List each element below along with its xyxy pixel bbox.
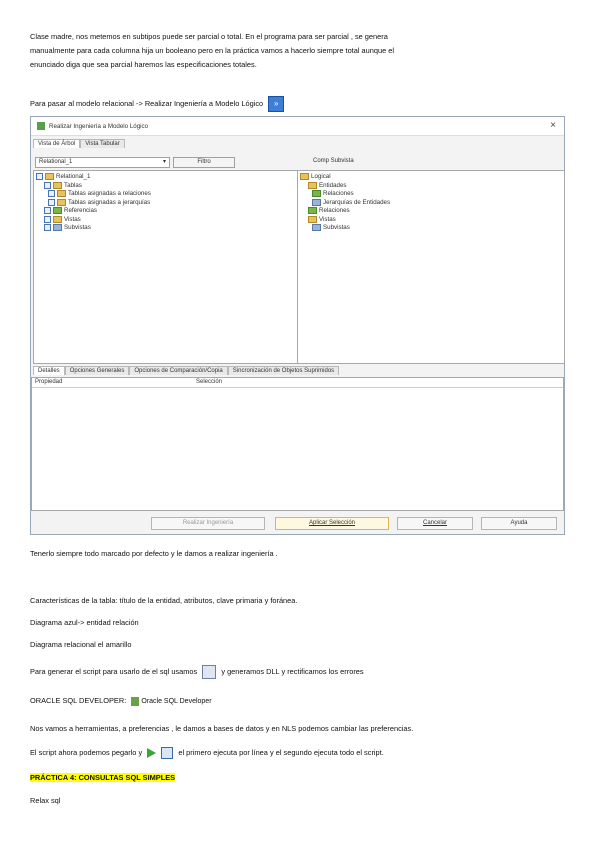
tab-general-options[interactable]: Opciones Generales — [64, 366, 130, 375]
filter-button[interactable]: Filtro — [173, 157, 235, 168]
chevron-down-icon: ▾ — [162, 159, 166, 165]
tree-item[interactable]: Relaciones — [300, 190, 562, 199]
run-script-icon — [161, 747, 174, 760]
practice-heading-text: PRÁCTICA 4: CONSULTAS SQL SIMPLES — [30, 773, 176, 782]
tab-compare-options[interactable]: Opciones de Comparación/Copia — [129, 366, 228, 375]
script-text-b: y generamos DLL y rectificamos los error… — [221, 667, 364, 676]
left-model-select-value: Relational_1 — [39, 159, 73, 165]
column-property: Propiedad — [35, 379, 63, 385]
tree-item[interactable]: Logical — [300, 173, 562, 182]
relax-line: Relax sql — [30, 796, 61, 805]
tree-item[interactable]: Tablas asignadas a relaciones — [36, 190, 296, 199]
compare-subview-label: Comp Subvista — [313, 158, 354, 164]
relational-line: Para pasar al modelo relacional -> Reali… — [30, 96, 285, 112]
text-line: Diagrama relacional el amarillo — [30, 640, 132, 649]
tree-item[interactable]: Subvistas — [300, 224, 562, 233]
left-tree: Relational_1 Tablas Tablas asignadas a r… — [33, 170, 299, 364]
run-statement-icon — [147, 748, 157, 759]
ddl-generate-icon — [202, 665, 217, 680]
apply-selection-button[interactable]: Aplicar Selección — [275, 517, 389, 530]
script-line: Para generar el script para usarlo de el… — [30, 664, 364, 680]
tree-item[interactable]: Vistas — [36, 215, 296, 225]
oracle-badge: Oracle SQL Developer — [141, 698, 212, 705]
tree-item[interactable]: Jerarquías de Entidades — [300, 198, 562, 208]
text-line: Características de la tabla: título de l… — [30, 596, 298, 605]
text-line: Diagrama azul-> entidad relación — [30, 618, 139, 627]
tab-sync-deleted[interactable]: Sincronización de Objetos Suprimidos — [227, 366, 340, 375]
left-model-select[interactable]: Relational_1 ▾ — [35, 157, 170, 168]
close-icon[interactable]: × — [550, 120, 556, 131]
tree-item[interactable]: Entidades — [300, 181, 562, 191]
paste-text-a: El script ahora podemos pegarlo y — [30, 748, 143, 757]
oracle-line: ORACLE SQL DEVELOPER: Oracle SQL Develop… — [30, 694, 212, 709]
tab-tree-view[interactable]: Vista de Árbol — [33, 139, 81, 148]
help-button[interactable]: Ayuda — [481, 517, 557, 530]
right-tree: Logical Entidades Relaciones Jerarquías … — [297, 170, 565, 364]
engineering-dialog-screenshot: Realizar Ingeniería a Modelo Lógico × Vi… — [30, 116, 565, 535]
tree-item[interactable]: Relaciones — [300, 207, 562, 216]
practice-heading: PRÁCTICA 4: CONSULTAS SQL SIMPLES — [30, 772, 176, 783]
tree-item[interactable]: Tablas — [36, 181, 296, 191]
dialog-app-icon — [37, 122, 45, 130]
text-line: Nos vamos a herramientas, a preferencias… — [30, 724, 414, 733]
cancel-button[interactable]: Cancelar — [397, 517, 473, 530]
script-text-a: Para generar el script para usarlo de el… — [30, 667, 198, 676]
tab-tabular-view[interactable]: Vista Tabular — [80, 139, 125, 148]
relational-text: Para pasar al modelo relacional -> Reali… — [30, 98, 264, 108]
engineer-icon: » — [268, 96, 285, 112]
sql-developer-icon — [131, 696, 140, 706]
tree-item[interactable]: Relational_1 — [36, 173, 296, 182]
tree-item[interactable]: Referencias — [36, 207, 296, 216]
details-panel: Propiedad Selección — [31, 377, 564, 511]
paste-text-b: el primero ejecuta por línea y el segund… — [178, 748, 384, 757]
dialog-titlebar: Realizar Ingeniería a Modelo Lógico — [31, 117, 564, 136]
column-selection: Selección — [196, 379, 223, 385]
intro-line-1: Clase madre, nos metemos en subtipos pue… — [30, 32, 388, 41]
tree-item[interactable]: Subvistas — [36, 224, 296, 233]
engineer-button[interactable]: Realizar Ingeniería — [151, 517, 265, 530]
oracle-label: ORACLE SQL DEVELOPER: — [30, 696, 127, 705]
intro-line-3: enunciado diga que sea parcial haremos l… — [30, 60, 257, 69]
text-line: Tenerlo siempre todo marcado por defecto… — [30, 549, 278, 558]
tab-details[interactable]: Detalles — [33, 366, 65, 375]
paste-line: El script ahora podemos pegarlo y el pri… — [30, 746, 384, 760]
tree-item[interactable]: Vistas — [300, 215, 562, 225]
intro-line-2: manualmente para cada columna hija un bo… — [30, 46, 395, 55]
dialog-title: Realizar Ingeniería a Modelo Lógico — [49, 122, 149, 130]
tree-item[interactable]: Tablas asignadas a jerarquías — [36, 198, 296, 208]
